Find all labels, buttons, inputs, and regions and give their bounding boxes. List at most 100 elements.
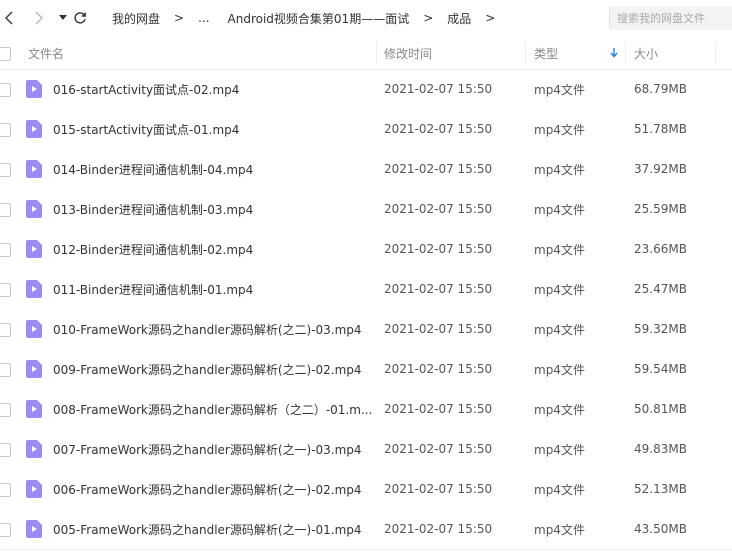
file-row[interactable]: 008-FrameWork源码之handler源码解析（之二）-01.m... … (0, 389, 732, 429)
video-file-icon (26, 320, 42, 338)
row-checkbox[interactable] (0, 83, 11, 97)
column-divider[interactable] (525, 41, 526, 65)
column-header-name[interactable]: 文件名 (28, 37, 64, 69)
breadcrumb-current[interactable]: 成品 (447, 10, 471, 27)
file-modified-time: 2021-02-07 15:50 (384, 442, 493, 456)
chevron-right-icon: > (423, 11, 434, 25)
file-type: mp4文件 (534, 282, 585, 297)
file-type: mp4文件 (534, 162, 585, 177)
file-modified-time: 2021-02-07 15:50 (384, 122, 493, 136)
breadcrumb: 我的网盘 > ... Android视频合集第01期——面试 > 成品 > (112, 0, 509, 36)
video-file-icon (26, 80, 42, 98)
file-size: 49.83MB (634, 442, 687, 456)
file-modified-time: 2021-02-07 15:50 (384, 362, 493, 376)
row-checkbox[interactable] (0, 123, 11, 137)
file-name[interactable]: 005-FrameWork源码之handler源码解析(之一)-01.mp4 (53, 509, 373, 549)
column-header-size[interactable]: 大小 (634, 37, 658, 69)
chevron-right-icon: > (174, 11, 185, 25)
file-modified-time: 2021-02-07 15:50 (384, 402, 493, 416)
row-checkbox[interactable] (0, 163, 11, 177)
video-file-icon (26, 360, 42, 378)
row-checkbox[interactable] (0, 363, 11, 377)
file-name[interactable]: 011-Binder进程间通信机制-01.mp4 (53, 269, 373, 309)
file-modified-time: 2021-02-07 15:50 (384, 162, 493, 176)
file-modified-time: 2021-02-07 15:50 (384, 242, 493, 256)
file-row[interactable]: 013-Binder进程间通信机制-03.mp4 2021-02-07 15:5… (0, 189, 732, 229)
file-type: mp4文件 (534, 402, 585, 417)
column-divider[interactable] (376, 41, 377, 65)
column-header-type-label: 类型 (534, 46, 559, 61)
file-name[interactable]: 012-Binder进程间通信机制-02.mp4 (53, 229, 373, 269)
file-type: mp4文件 (534, 522, 585, 537)
forward-button[interactable] (28, 8, 48, 28)
breadcrumb-root[interactable]: 我的网盘 (112, 10, 160, 27)
file-size: 43.50MB (634, 522, 687, 536)
row-checkbox[interactable] (0, 283, 11, 297)
search-input[interactable] (610, 6, 732, 30)
file-type: mp4文件 (534, 442, 585, 457)
file-name[interactable]: 014-Binder进程间通信机制-04.mp4 (53, 149, 373, 189)
file-row[interactable]: 010-FrameWork源码之handler源码解析(之二)-03.mp4 2… (0, 309, 732, 349)
file-name[interactable]: 016-startActivity面试点-02.mp4 (53, 69, 373, 109)
row-checkbox[interactable] (0, 403, 11, 417)
row-checkbox[interactable] (0, 443, 11, 457)
file-row[interactable]: 005-FrameWork源码之handler源码解析(之一)-01.mp4 2… (0, 509, 732, 549)
navigation-bar: 我的网盘 > ... Android视频合集第01期——面试 > 成品 > (0, 0, 732, 36)
file-name[interactable]: 006-FrameWork源码之handler源码解析(之一)-02.mp4 (53, 469, 373, 509)
search-box (609, 6, 732, 30)
column-header-size-label: 大小 (634, 46, 659, 61)
breadcrumb-ellipsis[interactable]: ... (198, 11, 209, 25)
file-row[interactable]: 009-FrameWork源码之handler源码解析(之二)-02.mp4 2… (0, 349, 732, 389)
file-size: 59.32MB (634, 322, 687, 336)
file-modified-time: 2021-02-07 15:50 (384, 322, 493, 336)
file-size: 37.92MB (634, 162, 687, 176)
file-list-header: 文件名 修改时间 类型 大小 (0, 37, 732, 70)
file-row[interactable]: 016-startActivity面试点-02.mp4 2021-02-07 1… (0, 69, 732, 109)
file-name[interactable]: 009-FrameWork源码之handler源码解析(之二)-02.mp4 (53, 349, 373, 389)
file-name[interactable]: 013-Binder进程间通信机制-03.mp4 (53, 189, 373, 229)
file-name[interactable]: 015-startActivity面试点-01.mp4 (53, 109, 373, 149)
row-checkbox[interactable] (0, 323, 11, 337)
arrow-down-icon (610, 48, 618, 58)
breadcrumb-folder[interactable]: Android视频合集第01期——面试 (228, 10, 410, 27)
file-row[interactable]: 006-FrameWork源码之handler源码解析(之一)-02.mp4 2… (0, 469, 732, 509)
file-row[interactable]: 012-Binder进程间通信机制-02.mp4 2021-02-07 15:5… (0, 229, 732, 269)
column-header-type[interactable]: 类型 (534, 37, 558, 69)
file-type: mp4文件 (534, 242, 585, 257)
video-file-icon (26, 160, 42, 178)
video-file-icon (26, 200, 42, 218)
file-row[interactable]: 007-FrameWork源码之handler源码解析(之一)-03.mp4 2… (0, 429, 732, 469)
row-checkbox[interactable] (0, 203, 11, 217)
file-name[interactable]: 010-FrameWork源码之handler源码解析(之二)-03.mp4 (53, 309, 373, 349)
back-button[interactable] (0, 8, 20, 28)
file-size: 23.66MB (634, 242, 687, 256)
list-bottom-divider (0, 549, 732, 550)
file-row[interactable]: 011-Binder进程间通信机制-01.mp4 2021-02-07 15:5… (0, 269, 732, 309)
column-header-modified[interactable]: 修改时间 (384, 37, 432, 69)
file-type: mp4文件 (534, 322, 585, 337)
file-modified-time: 2021-02-07 15:50 (384, 282, 493, 296)
sort-descending-indicator[interactable] (610, 37, 618, 69)
chevron-left-icon (5, 11, 13, 25)
row-checkbox[interactable] (0, 243, 11, 257)
file-size: 25.47MB (634, 282, 687, 296)
file-row[interactable]: 015-startActivity面试点-01.mp4 2021-02-07 1… (0, 109, 732, 149)
select-all-checkbox[interactable] (0, 47, 11, 61)
video-file-icon (26, 120, 42, 138)
file-name[interactable]: 007-FrameWork源码之handler源码解析(之一)-03.mp4 (53, 429, 373, 469)
row-checkbox[interactable] (0, 523, 11, 537)
video-file-icon (26, 480, 42, 498)
video-file-icon (26, 400, 42, 418)
file-type: mp4文件 (534, 362, 585, 377)
file-size: 51.78MB (634, 122, 687, 136)
file-name[interactable]: 008-FrameWork源码之handler源码解析（之二）-01.m... (53, 389, 373, 429)
column-divider[interactable] (625, 41, 626, 65)
column-divider[interactable] (715, 41, 716, 65)
file-row[interactable]: 014-Binder进程间通信机制-04.mp4 2021-02-07 15:5… (0, 149, 732, 189)
row-checkbox[interactable] (0, 483, 11, 497)
video-file-icon (26, 280, 42, 298)
file-modified-time: 2021-02-07 15:50 (384, 482, 493, 496)
refresh-button[interactable] (70, 8, 90, 28)
video-file-icon (26, 240, 42, 258)
chevron-right-icon (35, 11, 43, 25)
